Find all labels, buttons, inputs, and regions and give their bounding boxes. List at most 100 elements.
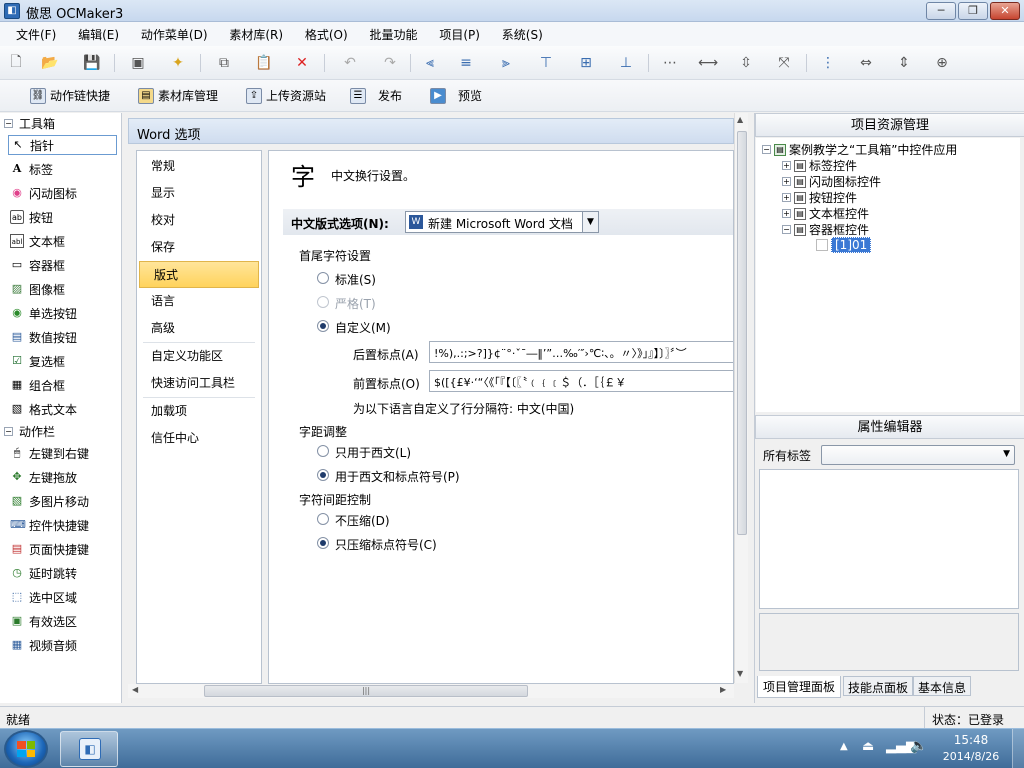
scroll-thumb[interactable]: |||: [204, 685, 528, 697]
space-h-icon[interactable]: ⇔: [856, 53, 876, 73]
action-chain-button[interactable]: ⛓ 动作链快捷: [30, 87, 110, 104]
tree-node[interactable]: + ▤ 文本框控件: [782, 205, 869, 222]
close-button[interactable]: ✕: [990, 2, 1020, 20]
start-button[interactable]: [4, 730, 48, 768]
tab-basic-info[interactable]: 基本信息: [913, 676, 972, 696]
chevron-down-icon[interactable]: ▼: [582, 212, 598, 232]
minimize-button[interactable]: ─: [926, 2, 956, 20]
new-file-icon[interactable]: 🗋: [6, 53, 26, 73]
usb-icon[interactable]: ⏏: [862, 739, 874, 754]
nav-quick-access[interactable]: 快速访问工具栏: [137, 370, 261, 397]
tool-textbox[interactable]: abl 文本框: [0, 229, 121, 253]
scroll-thumb[interactable]: [737, 131, 747, 535]
show-hidden-icons-icon[interactable]: ▲: [840, 741, 848, 752]
tool-flash-icon[interactable]: ◉ 闪动图标: [0, 181, 121, 205]
radio-spacing-punct[interactable]: [317, 537, 329, 549]
taskbar-app-ocmaker[interactable]: ◧: [60, 731, 118, 767]
same-width-icon[interactable]: ⟷: [698, 53, 718, 73]
save-icon[interactable]: 💾: [82, 53, 102, 73]
expand-icon[interactable]: +: [782, 209, 791, 218]
upload-button[interactable]: ⇪ 上传资源站: [246, 87, 326, 104]
action-multi-image[interactable]: ▧ 多图片移动: [0, 489, 121, 513]
nav-addins[interactable]: 加载项: [137, 398, 261, 425]
open-folder-icon[interactable]: 📂: [40, 53, 60, 73]
expand-icon[interactable]: +: [782, 177, 791, 186]
publish-button[interactable]: ☰ 发布: [350, 87, 402, 104]
delete-icon[interactable]: ✕: [292, 53, 312, 73]
nav-general[interactable]: 常规: [137, 153, 261, 180]
align-middle-icon[interactable]: ⊞: [576, 53, 596, 73]
action-delay-jump[interactable]: ◷ 延时跳转: [0, 561, 121, 585]
action-control-shortcut[interactable]: ⌨ 控件快捷键: [0, 513, 121, 537]
collapse-icon[interactable]: −: [782, 225, 791, 234]
tool-pointer[interactable]: ↖ 指针: [8, 135, 117, 155]
toolbox-header[interactable]: − 工具箱: [0, 113, 121, 133]
horizontal-scrollbar[interactable]: ◀ ||| ▶: [128, 684, 734, 698]
scroll-up-icon[interactable]: ▲: [737, 115, 743, 124]
space-v-icon[interactable]: ⇕: [894, 53, 914, 73]
action-valid-area[interactable]: ▣ 有效选区: [0, 609, 121, 633]
radio-kerning-western[interactable]: [317, 445, 329, 457]
tree-node[interactable]: + ▤ 标签控件: [782, 157, 857, 174]
show-desktop-button[interactable]: [1012, 729, 1024, 768]
radio-spacing-none[interactable]: [317, 513, 329, 525]
properties-icon[interactable]: ▣: [128, 53, 148, 73]
nav-customize-ribbon[interactable]: 自定义功能区: [137, 343, 261, 370]
action-left-right[interactable]: 🖱 左键到右键: [0, 441, 121, 465]
collapse-icon[interactable]: −: [4, 118, 13, 128]
align-left-icon[interactable]: ⫷: [420, 53, 440, 73]
tree-node[interactable]: − ▤ 容器框控件: [782, 221, 869, 238]
center-icon[interactable]: ⊕: [932, 53, 952, 73]
leading-input[interactable]: $([{£¥·‘“〈《「『【〔〖〝﹙﹛﹝＄（．［｛￡￥: [429, 370, 733, 392]
menu-batch[interactable]: 批量功能: [362, 22, 426, 47]
volume-icon[interactable]: 🔈: [910, 738, 927, 754]
collapse-icon[interactable]: −: [4, 426, 13, 436]
nav-save[interactable]: 保存: [137, 234, 261, 261]
tool-label[interactable]: A 标签: [0, 157, 121, 181]
radio-strict[interactable]: [317, 296, 329, 308]
preview-button[interactable]: ▶ 预览: [430, 87, 482, 104]
align-right-icon[interactable]: ⫸: [496, 53, 516, 73]
tab-project-manager[interactable]: 项目管理面板: [757, 676, 842, 698]
menu-project[interactable]: 项目(P): [431, 22, 488, 47]
tool-combobox[interactable]: ▦ 组合框: [0, 373, 121, 397]
redo-icon[interactable]: ↷: [380, 53, 400, 73]
following-input[interactable]: !%),.:;>?]}¢¨°·ˇˉ―‖’”…‰′″›℃∶、。〃〉》」』】〕〗〞︶: [429, 341, 733, 363]
scroll-down-icon[interactable]: ▼: [737, 669, 743, 678]
nav-display[interactable]: 显示: [137, 180, 261, 207]
distribute-v-icon[interactable]: ⋮: [818, 53, 838, 73]
clock-time[interactable]: 15:48: [940, 733, 1002, 747]
menu-system[interactable]: 系统(S): [494, 22, 551, 47]
tool-radio[interactable]: ◉ 单选按钮: [0, 301, 121, 325]
maximize-button[interactable]: ❐: [958, 2, 988, 20]
align-center-icon[interactable]: ≡: [456, 53, 476, 73]
menu-format[interactable]: 格式(O): [297, 22, 356, 47]
menu-library[interactable]: 素材库(R): [221, 22, 291, 47]
tool-numeric[interactable]: ▤ 数值按钮: [0, 325, 121, 349]
nav-layout[interactable]: 版式: [139, 261, 259, 288]
property-grid[interactable]: [759, 469, 1019, 609]
radio-custom[interactable]: [317, 320, 329, 332]
radio-kerning-punct[interactable]: [317, 469, 329, 481]
tool-richtext[interactable]: ▧ 格式文本: [0, 397, 121, 421]
expand-icon[interactable]: +: [782, 193, 791, 202]
menu-action[interactable]: 动作菜单(D): [133, 22, 216, 47]
align-top-icon[interactable]: ⊤: [536, 53, 556, 73]
same-height-icon[interactable]: ⇳: [736, 53, 756, 73]
library-manage-button[interactable]: ▤ 素材库管理: [138, 87, 218, 104]
undo-icon[interactable]: ↶: [340, 53, 360, 73]
action-video-audio[interactable]: ▦ 视频音频: [0, 633, 121, 657]
nav-advanced[interactable]: 高级: [137, 315, 261, 342]
tool-button[interactable]: ab 按钮: [0, 205, 121, 229]
copy-icon[interactable]: ⧉: [214, 53, 234, 73]
tree-node[interactable]: + ▤ 闪动图标控件: [782, 173, 881, 190]
action-drag[interactable]: ✥ 左键拖放: [0, 465, 121, 489]
tab-skill-points[interactable]: 技能点面板: [843, 676, 914, 696]
layout-option-select[interactable]: 新建 Microsoft Word 文档 W ▼: [405, 211, 599, 233]
actionbar-header[interactable]: − 动作栏: [0, 421, 121, 441]
expand-icon[interactable]: +: [782, 161, 791, 170]
tree-node[interactable]: + ▤ 按钮控件: [782, 189, 857, 206]
nav-proofing[interactable]: 校对: [137, 207, 261, 234]
menu-file[interactable]: 文件(F): [8, 22, 64, 47]
puzzle-icon[interactable]: ✦: [168, 53, 188, 73]
